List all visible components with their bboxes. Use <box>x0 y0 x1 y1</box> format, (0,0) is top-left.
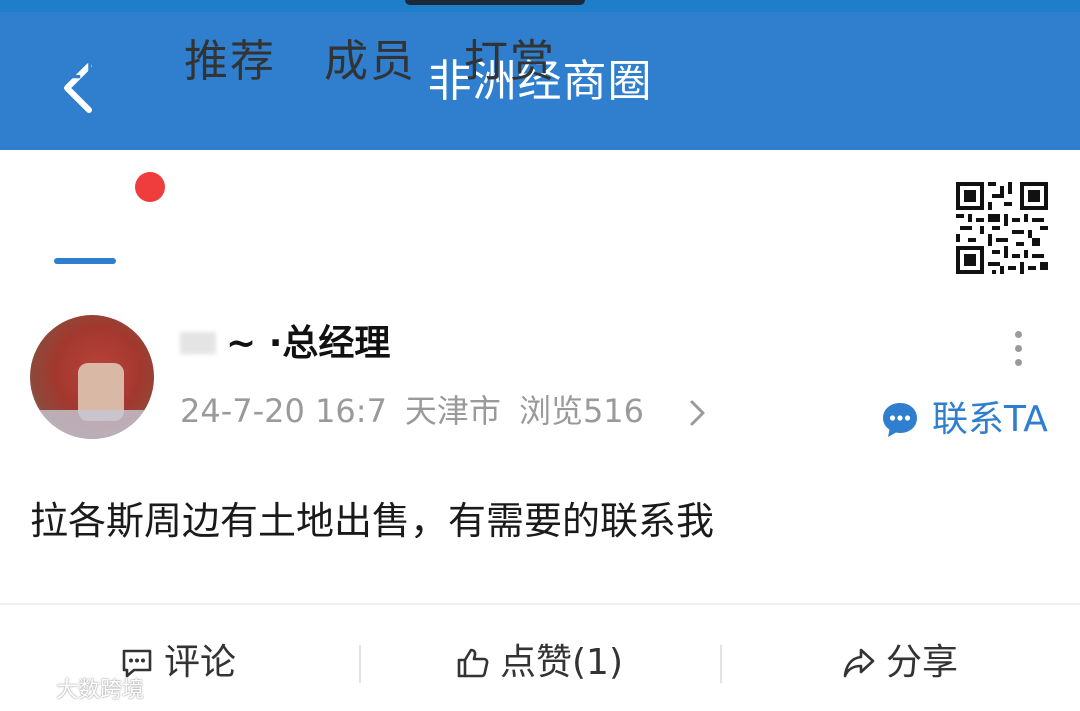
comment-label: 评论 <box>164 642 237 683</box>
divider <box>0 603 1080 605</box>
share-icon <box>843 648 875 678</box>
chat-bubble-icon <box>883 403 917 437</box>
comment-icon <box>122 649 152 678</box>
chevron-right-icon[interactable] <box>684 398 710 428</box>
tab-rewards[interactable]: 打赏 <box>464 32 556 92</box>
watermark-text: 大数跨境 <box>56 678 145 703</box>
contact-button[interactable]: 联系TA <box>880 396 1048 444</box>
notification-badge <box>135 172 165 202</box>
tab-community[interactable]: 社区 <box>38 32 130 92</box>
like-label: 点赞(1) <box>500 642 623 683</box>
tab-members[interactable]: 成员 <box>324 32 416 92</box>
share-button[interactable]: 分享 <box>842 638 958 688</box>
post-meta: 24-7-20 16:7 天津市 浏览516 <box>180 388 662 434</box>
post-date: 24-7-20 16:7 <box>180 392 387 430</box>
action-separator <box>359 645 361 683</box>
thumbs-up-icon <box>457 648 489 678</box>
qr-code-icon[interactable] <box>956 182 1048 274</box>
active-tab-indicator <box>54 258 116 264</box>
watermark-logo-icon <box>10 681 48 701</box>
like-button[interactable]: 点赞(1) <box>456 638 623 688</box>
dot <box>1014 345 1022 352</box>
post-location: 天津市 <box>404 392 501 430</box>
camera-notch <box>405 0 585 5</box>
author-name[interactable]: ~ ·总经理 <box>180 320 390 368</box>
tab-recommend[interactable]: 推荐 <box>184 32 276 92</box>
contact-label: 联系TA <box>932 399 1048 440</box>
avatar-blur <box>30 410 154 439</box>
avatar[interactable] <box>30 315 154 439</box>
watermark: 大数跨境 <box>10 676 144 706</box>
dot <box>1014 359 1022 366</box>
dot <box>1014 331 1022 338</box>
tab-bar <box>0 150 1080 280</box>
view-count[interactable]: 浏览516 <box>519 388 644 434</box>
post-content: 拉各斯周边有土地出售，有需要的联系我 <box>30 499 715 543</box>
more-options-button[interactable] <box>1004 328 1032 370</box>
action-separator <box>720 645 722 683</box>
share-label: 分享 <box>886 642 959 683</box>
